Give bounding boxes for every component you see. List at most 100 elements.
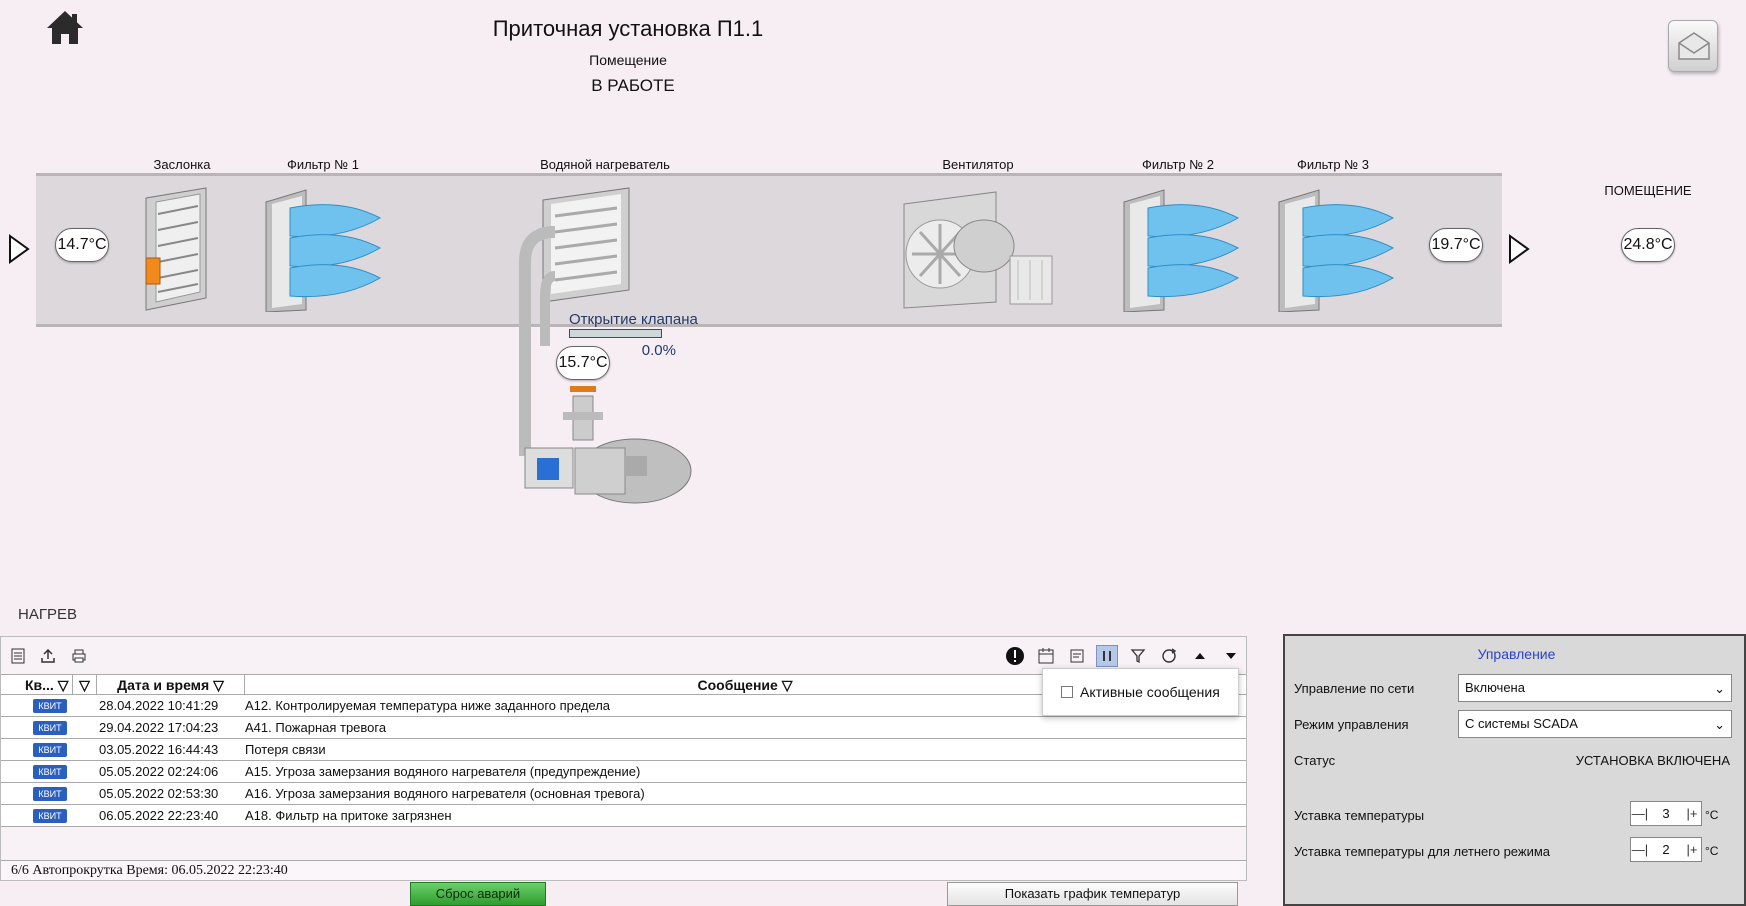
messages-button[interactable] [1668, 20, 1718, 72]
section-label: НАГРЕВ [18, 606, 77, 623]
ack-button[interactable]: КВИТ [33, 809, 67, 823]
alert-icon[interactable] [1004, 645, 1026, 667]
ack-button[interactable]: КВИТ [33, 787, 67, 801]
filter-icon[interactable]: ▽ [213, 677, 224, 693]
filter-icon[interactable] [1127, 645, 1149, 667]
col-datetime[interactable]: Дата и время ▽ [97, 675, 245, 695]
col-filter[interactable]: ▽ [73, 675, 97, 695]
show-temp-chart-button[interactable]: Показать график температур [947, 882, 1238, 906]
calendar-icon[interactable] [1035, 645, 1057, 667]
alarm-datetime: 29.04.2022 17:04:23 [99, 720, 219, 735]
autoscroll-status: 6/6 Автопрокрутка Время: 06.05.2022 22:2… [1, 860, 1246, 880]
status-value: УСТАНОВКА ВКЛЮЧЕНА [1575, 753, 1730, 768]
reset-alarms-button[interactable]: Сброс аварий [410, 882, 546, 906]
ack-button[interactable]: КВИТ [33, 721, 67, 735]
plus-icon[interactable]: |+ [1683, 806, 1701, 821]
airflow-in-arrow-icon [9, 234, 30, 264]
airflow-out-arrow-icon [1509, 234, 1530, 264]
summer-setpoint-label: Уставка температуры для летнего режима [1294, 844, 1551, 859]
setpoint-unit: °C [1705, 808, 1719, 822]
ack-button[interactable]: КВИТ [33, 765, 67, 779]
room-label: ПОМЕЩЕНИЕ [1604, 183, 1692, 198]
fan-icon[interactable] [900, 190, 1060, 310]
control-mode-value: С системы SCADA [1465, 716, 1578, 731]
page-title: Приточная установка П1.1 [492, 16, 764, 41]
filter-popup: Активные сообщения [1042, 668, 1239, 716]
filter3-icon[interactable] [1275, 188, 1395, 312]
active-messages-checkbox[interactable] [1061, 686, 1073, 698]
summer-setpoint-unit: °C [1705, 844, 1719, 858]
filter3-label: Фильтр № 3 [1296, 157, 1370, 172]
filter-icon[interactable]: ▽ [58, 677, 69, 693]
minus-icon[interactable]: —| [1631, 806, 1649, 821]
status-label: Статус [1294, 753, 1336, 768]
damper-icon[interactable] [140, 186, 212, 312]
details-icon[interactable] [1066, 645, 1088, 667]
filter2-label: Фильтр № 2 [1141, 157, 1215, 172]
room-temperature: 24.8°C [1621, 228, 1675, 262]
alarm-message: Потеря связи [245, 742, 326, 757]
alarm-datetime: 28.04.2022 10:41:29 [99, 698, 219, 713]
summer-setpoint-stepper[interactable]: —| 2 |+ [1630, 837, 1702, 862]
setpoint-label: Уставка температуры [1294, 808, 1425, 823]
valve-opening-bar [569, 329, 662, 338]
refresh-icon[interactable] [1158, 645, 1180, 667]
ack-button[interactable]: КВИТ [33, 699, 67, 713]
setpoint-stepper[interactable]: —| 3 |+ [1630, 801, 1702, 826]
control-mode-select[interactable]: С системы SCADA ⌄ [1458, 710, 1732, 738]
ack-button[interactable]: КВИТ [33, 743, 67, 757]
alarm-datetime: 03.05.2022 16:44:43 [99, 742, 219, 757]
table-row[interactable]: КВИТ 05.05.2022 02:24:06 A15. Угроза замер… [1, 761, 1246, 783]
scroll-up-icon[interactable] [1189, 645, 1211, 667]
col-datetime-label: Дата и время [117, 677, 210, 693]
print-icon[interactable] [68, 645, 90, 667]
envelope-icon [1678, 32, 1710, 60]
alarm-message: A15. Угроза замерзания водяного нагреват… [245, 764, 641, 779]
network-control-value: Включена [1465, 680, 1525, 695]
unit-status: В РАБОТЕ [591, 76, 675, 95]
list-icon[interactable] [7, 645, 29, 667]
table-row[interactable]: КВИТ 06.05.2022 22:23:40 A18. Фильтр на пр… [1, 805, 1246, 827]
active-messages-label[interactable]: Активные сообщения [1080, 684, 1220, 700]
filter1-icon[interactable] [262, 188, 382, 312]
control-panel: Управление Управление по сети Включена ⌄… [1283, 634, 1746, 906]
scroll-down-icon[interactable] [1220, 645, 1242, 667]
alarm-message: A16. Угроза замерзания водяного нагреват… [245, 786, 645, 801]
filter2-icon[interactable] [1120, 188, 1240, 312]
chevron-down-icon: ⌄ [1714, 717, 1725, 732]
network-control-select[interactable]: Включена ⌄ [1458, 674, 1732, 702]
plus-icon[interactable]: |+ [1683, 842, 1701, 857]
table-row[interactable]: КВИТ 05.05.2022 02:53:30 A16. Угроза замер… [1, 783, 1246, 805]
inlet-temperature: 14.7°C [55, 228, 109, 262]
home-icon[interactable] [44, 8, 86, 48]
alarm-datetime: 06.05.2022 22:23:40 [99, 808, 219, 823]
col-message-label: Сообщение [697, 677, 778, 693]
export-icon[interactable] [37, 645, 59, 667]
col-ack-label: Кв... [25, 677, 54, 693]
valve-opening-value: 0.0% [641, 342, 676, 359]
control-mode-label: Режим управления [1294, 717, 1409, 732]
summer-setpoint-value[interactable]: 2 [1662, 842, 1669, 857]
filter-icon[interactable]: ▽ [782, 677, 793, 693]
alarm-datetime: 05.05.2022 02:24:06 [99, 764, 219, 779]
table-row[interactable]: КВИТ 29.04.2022 17:04:23 A41. Пожарная тре… [1, 717, 1246, 739]
damper-label: Заслонка [153, 157, 211, 172]
outlet-temperature: 19.7°C [1429, 228, 1483, 262]
fan-label: Вентилятор [942, 157, 1014, 172]
filter-icon[interactable]: ▽ [79, 677, 90, 693]
page-subtitle: Помещение [589, 52, 667, 68]
setpoint-value[interactable]: 3 [1662, 806, 1669, 821]
alarm-datetime: 05.05.2022 02:53:30 [99, 786, 219, 801]
pause-icon[interactable] [1096, 645, 1118, 667]
alarm-message: A12. Контролируемая температура ниже зад… [245, 698, 611, 713]
chevron-down-icon: ⌄ [1714, 681, 1725, 696]
filter1-label: Фильтр № 1 [286, 157, 360, 172]
table-row[interactable]: КВИТ 03.05.2022 16:44:43 Потеря связи [1, 739, 1246, 761]
alarm-message: A41. Пожарная тревога [245, 720, 387, 735]
heater-label: Водяной нагреватель [540, 157, 670, 172]
col-ack[interactable]: Кв... ▽ [23, 675, 73, 695]
valve-opening-label: Открытие клапана [569, 311, 698, 328]
alarm-message: A18. Фильтр на притоке загрязнен [245, 808, 452, 823]
network-control-label: Управление по сети [1294, 681, 1415, 696]
minus-icon[interactable]: —| [1631, 842, 1649, 857]
